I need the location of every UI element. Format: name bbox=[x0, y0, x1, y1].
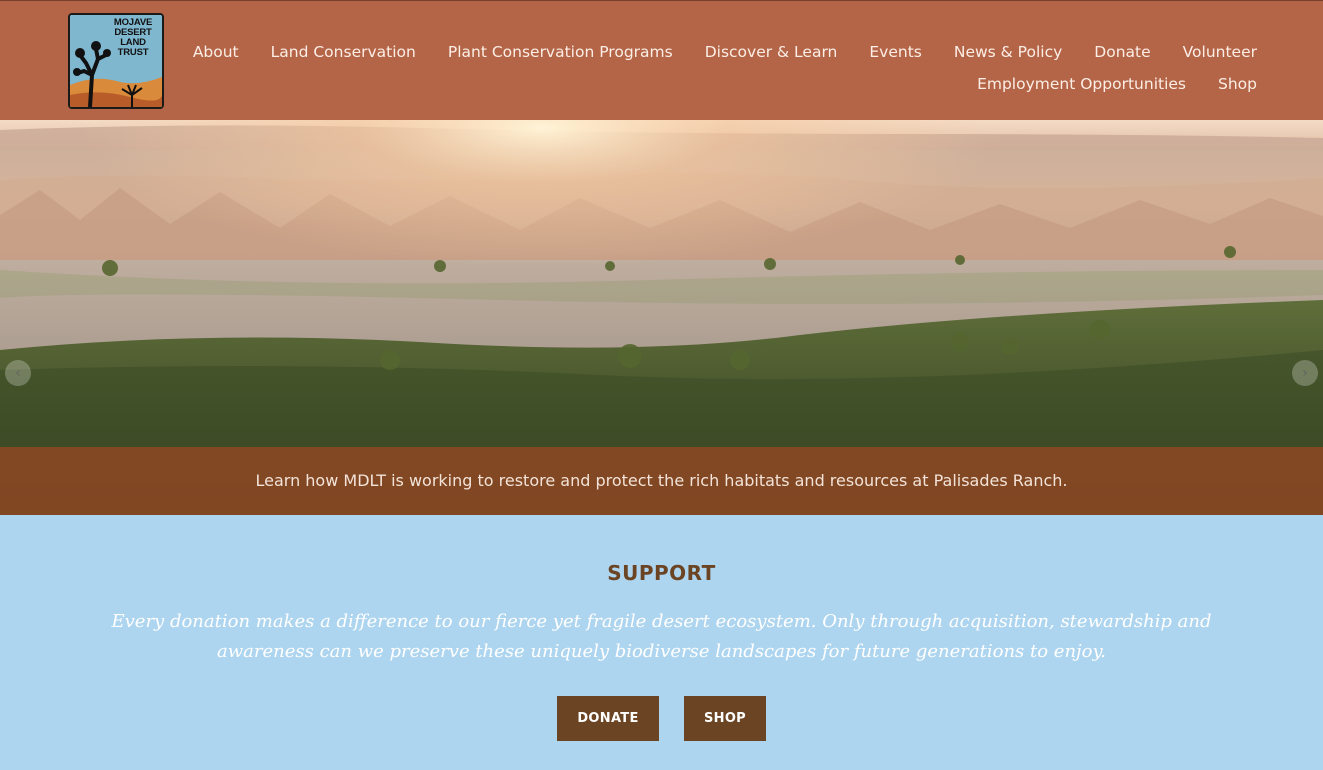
hero-caption[interactable]: Learn how MDLT is working to restore and… bbox=[0, 471, 1323, 490]
chevron-right-icon: › bbox=[1302, 365, 1308, 381]
slider-next-button[interactable]: › bbox=[1292, 360, 1318, 386]
support-title: SUPPORT bbox=[607, 561, 716, 585]
nav-news-policy[interactable]: News & Policy bbox=[922, 42, 1062, 62]
nav-discover-learn[interactable]: Discover & Learn bbox=[673, 42, 838, 62]
nav-donate[interactable]: Donate bbox=[1062, 42, 1150, 62]
nav-land-conservation[interactable]: Land Conservation bbox=[239, 42, 416, 62]
logo-wordmark: MOJAVE DESERT LAND TRUST bbox=[108, 18, 158, 58]
support-description: Every donation makes a difference to our… bbox=[111, 611, 1212, 662]
main-nav-secondary: Employment Opportunities Shop bbox=[977, 74, 1257, 94]
site-logo[interactable]: MOJAVE DESERT LAND TRUST bbox=[68, 13, 164, 109]
nav-about[interactable]: About bbox=[193, 42, 239, 62]
hero-caption-bar: Learn how MDLT is working to restore and… bbox=[0, 447, 1323, 515]
main-nav-primary: About Land Conservation Plant Conservati… bbox=[193, 42, 1257, 62]
nav-employment-opportunities[interactable]: Employment Opportunities bbox=[977, 74, 1186, 94]
nav-shop[interactable]: Shop bbox=[1186, 74, 1257, 94]
logo-line: TRUST bbox=[117, 47, 149, 58]
nav-plant-conservation-programs[interactable]: Plant Conservation Programs bbox=[416, 42, 673, 62]
hero-slider: ‹ › Learn how MDLT is working to restore… bbox=[0, 120, 1323, 515]
support-section: SUPPORT Every donation makes a differenc… bbox=[0, 515, 1323, 770]
nav-events[interactable]: Events bbox=[837, 42, 921, 62]
nav-volunteer[interactable]: Volunteer bbox=[1151, 42, 1257, 62]
site-header: MOJAVE DESERT LAND TRUST About Land Cons… bbox=[0, 0, 1323, 120]
slider-prev-button[interactable]: ‹ bbox=[5, 360, 31, 386]
donate-button[interactable]: DONATE bbox=[557, 696, 659, 741]
chevron-left-icon: ‹ bbox=[15, 365, 21, 381]
shop-button[interactable]: SHOP bbox=[684, 696, 766, 741]
